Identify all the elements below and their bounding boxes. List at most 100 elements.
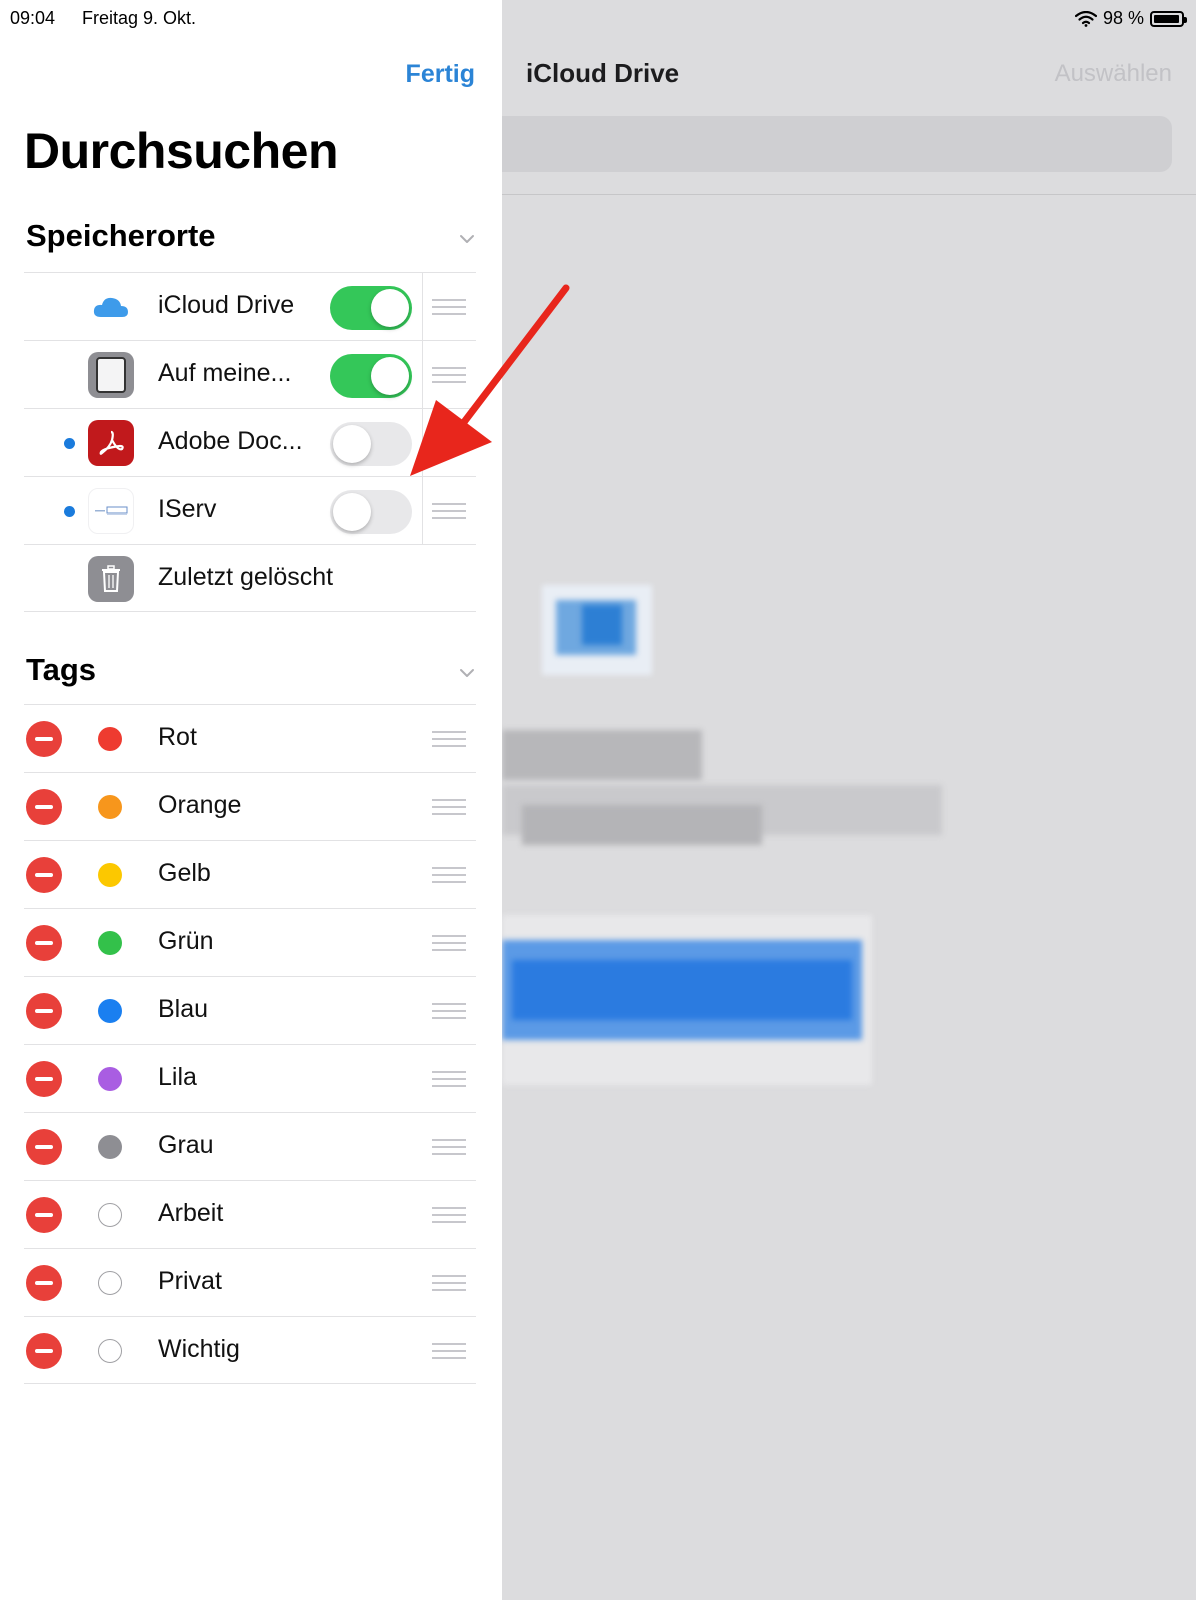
reorder-handle-icon[interactable] [432,867,466,883]
reorder-handle-icon[interactable] [432,1207,466,1223]
reorder-handle-icon[interactable] [432,435,466,451]
delete-icon[interactable] [26,1061,62,1097]
delete-icon[interactable] [26,925,62,961]
location-toggle[interactable] [330,422,412,466]
location-row-on-device[interactable]: Auf meine... [24,340,476,409]
delete-icon[interactable] [26,1129,62,1165]
tag-row[interactable]: Rot [24,704,476,772]
tag-label: Wichtig [158,1335,240,1363]
select-button[interactable]: Auswählen [1055,60,1172,88]
tag-color-dot [98,1271,122,1295]
battery-percent: 98 % [1102,8,1144,28]
tag-row[interactable]: Gelb [24,840,476,908]
delete-icon[interactable] [26,1333,62,1369]
wifi-icon [1074,10,1097,27]
section-title: Tags [26,652,97,687]
reorder-handle-icon[interactable] [432,1003,466,1019]
header-divider [502,194,1196,195]
blurred-file-icon-center [582,605,622,645]
tag-color-dot [98,1339,122,1363]
tag-label: Privat [158,1267,222,1295]
separator [422,409,423,477]
reorder-handle-icon[interactable] [432,503,466,519]
location-label: iCloud Drive [158,291,295,319]
tag-row[interactable]: Grau [24,1112,476,1180]
location-label: IServ [158,495,217,523]
tag-row[interactable]: Wichtig [24,1316,476,1384]
location-toggle[interactable] [330,286,412,330]
unread-dot-icon [64,438,75,449]
reorder-handle-icon[interactable] [432,367,466,383]
delete-icon[interactable] [26,1197,62,1233]
tag-row[interactable]: Orange [24,772,476,840]
tag-row[interactable]: Arbeit [24,1180,476,1248]
reorder-handle-icon[interactable] [432,731,466,747]
battery-icon [1150,10,1187,27]
locations-section-header[interactable]: Speicherorte [26,218,476,258]
delete-icon[interactable] [26,993,62,1029]
tag-label: Blau [158,995,209,1023]
tag-color-dot [98,931,122,955]
location-row-iserv[interactable]: IServ [24,476,476,545]
reorder-handle-icon[interactable] [432,799,466,815]
status-bar: 09:04 Freitag 9. Okt. 98 % [0,0,1196,36]
blurred-filename [502,730,702,780]
location-row-recently-deleted[interactable]: Zuletzt gelöscht [24,544,476,612]
tag-color-dot [98,999,122,1023]
ipad-icon [88,352,134,398]
reorder-handle-icon[interactable] [432,1139,466,1155]
chevron-down-icon[interactable] [458,230,476,248]
tag-row[interactable]: Lila [24,1044,476,1112]
section-title: Speicherorte [26,218,216,253]
separator [422,273,423,341]
browser-title: iCloud Drive [526,58,680,88]
tag-color-dot [98,727,122,751]
toggle-knob [333,493,371,531]
status-date: Freitag 9. Okt. [82,8,197,28]
delete-icon[interactable] [26,1265,62,1301]
adobe-acrobat-icon [88,420,134,466]
blurred-blue-button-core [512,960,852,1020]
tag-label: Gelb [158,859,211,887]
location-label: Auf meine... [158,359,292,387]
tag-color-dot [98,1203,122,1227]
tag-label: Grün [158,927,214,955]
done-button[interactable]: Fertig [406,60,475,89]
location-toggle[interactable] [330,354,412,398]
tag-label: Orange [158,791,242,819]
page-title: Durchsuchen [24,123,339,179]
iserv-icon [88,488,134,534]
reorder-handle-icon[interactable] [432,1275,466,1291]
tag-label: Arbeit [158,1199,224,1227]
tag-row[interactable]: Privat [24,1248,476,1316]
reorder-handle-icon[interactable] [432,935,466,951]
chevron-down-icon[interactable] [458,664,476,682]
delete-icon[interactable] [26,721,62,757]
tag-label: Rot [158,723,197,751]
tag-row[interactable]: Grün [24,908,476,976]
location-row-adobe[interactable]: Adobe Doc... [24,408,476,477]
tag-color-dot [98,1135,122,1159]
tag-row[interactable]: Blau [24,976,476,1044]
reorder-handle-icon[interactable] [432,1343,466,1359]
reorder-handle-icon[interactable] [432,1071,466,1087]
tag-label: Grau [158,1131,214,1159]
browse-sidebar: Fertig Durchsuchen Speicherorte iCloud D… [0,0,502,1600]
status-time: 09:04 [10,8,56,28]
location-toggle[interactable] [330,490,412,534]
trash-icon [88,556,134,602]
tag-color-dot [98,795,122,819]
toggle-knob [371,289,409,327]
tag-color-dot [98,1067,122,1091]
tag-label: Lila [158,1063,197,1091]
location-row-icloud[interactable]: iCloud Drive [24,272,476,341]
separator [422,341,423,409]
delete-icon[interactable] [26,789,62,825]
tag-color-dot [98,863,122,887]
icloud-icon [88,284,134,330]
tags-section-header[interactable]: Tags [26,652,476,692]
delete-icon[interactable] [26,857,62,893]
search-field[interactable] [502,116,1172,172]
blurred-file-meta-dark [522,805,762,845]
reorder-handle-icon[interactable] [432,299,466,315]
